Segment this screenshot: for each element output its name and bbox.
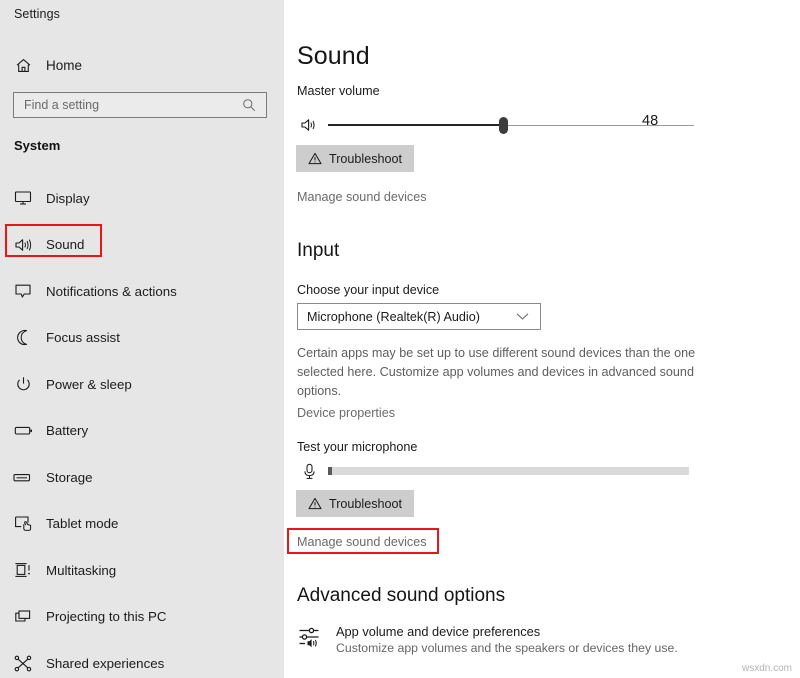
sidebar-item-label: Sound (46, 237, 84, 252)
sidebar-item-projecting[interactable]: Projecting to this PC (0, 601, 284, 633)
app-volume-title: App volume and device preferences (336, 624, 678, 639)
sidebar-item-label: Battery (46, 423, 88, 438)
master-volume-value: 48 (642, 113, 658, 129)
volume-thumb[interactable] (499, 117, 508, 134)
manage-sound-devices-link-output[interactable]: Manage sound devices (297, 190, 427, 204)
sidebar-item-label: Power & sleep (46, 377, 132, 392)
settings-window: Settings Home Find a setting System (0, 0, 800, 678)
input-device-select[interactable]: Microphone (Realtek(R) Audio) (297, 303, 541, 330)
test-microphone-label: Test your microphone (297, 440, 417, 454)
microphone-level-meter (294, 459, 689, 483)
sidebar-item-focus-assist[interactable]: Focus assist (0, 322, 284, 354)
sidebar-item-label: Home (46, 58, 82, 73)
sidebar-item-label: Storage (46, 470, 93, 485)
storage-icon (0, 471, 46, 484)
app-volume-preferences-item[interactable]: App volume and device preferences Custom… (297, 624, 678, 655)
microphone-level-fill (328, 467, 332, 475)
device-properties-link[interactable]: Device properties (297, 406, 395, 420)
moon-icon (0, 329, 46, 346)
sidebar-item-notifications[interactable]: Notifications & actions (0, 275, 284, 307)
share-icon (0, 655, 46, 672)
app-volume-text-block: App volume and device preferences Custom… (336, 624, 678, 655)
input-device-value: Microphone (Realtek(R) Audio) (298, 310, 516, 324)
sidebar: Settings Home Find a setting System (0, 0, 284, 678)
speaker-icon (0, 237, 46, 253)
output-troubleshoot-label: Troubleshoot (329, 152, 402, 166)
sidebar-item-multitasking[interactable]: Multitasking (0, 554, 284, 586)
volume-fill (328, 124, 504, 126)
notification-icon (0, 283, 46, 299)
input-troubleshoot-button[interactable]: Troubleshoot (296, 490, 414, 517)
volume-track[interactable] (328, 116, 694, 134)
app-volume-subtitle: Customize app volumes and the speakers o… (336, 641, 678, 655)
output-troubleshoot-button[interactable]: Troubleshoot (296, 145, 414, 172)
warning-icon (308, 152, 322, 165)
input-troubleshoot-label: Troubleshoot (329, 497, 402, 511)
sidebar-group-header: System (14, 138, 60, 153)
sidebar-item-tablet-mode[interactable]: Tablet mode (0, 508, 284, 540)
sidebar-item-label: Display (46, 191, 90, 206)
sidebar-item-shared-experiences[interactable]: Shared experiences (0, 647, 284, 678)
master-volume-label: Master volume (297, 84, 380, 98)
search-placeholder: Find a setting (14, 98, 242, 112)
power-icon (0, 376, 46, 393)
sidebar-item-battery[interactable]: Battery (0, 415, 284, 447)
sidebar-item-home[interactable]: Home (0, 50, 284, 80)
search-icon (242, 98, 266, 112)
master-volume-slider[interactable] (294, 110, 694, 140)
sidebar-item-label: Projecting to this PC (46, 609, 166, 624)
sidebar-item-sound[interactable]: Sound (0, 229, 284, 261)
multitasking-icon (0, 562, 46, 578)
sidebar-item-label: Notifications & actions (46, 284, 177, 299)
speaker-icon (294, 117, 324, 133)
projecting-icon (0, 609, 46, 625)
input-section-heading: Input (297, 240, 339, 262)
manage-sound-devices-link-input[interactable]: Manage sound devices (297, 535, 427, 549)
sidebar-nav-list: Display Sound (0, 182, 284, 678)
advanced-section-heading: Advanced sound options (297, 585, 505, 607)
sidebar-item-power-sleep[interactable]: Power & sleep (0, 368, 284, 400)
search-input[interactable]: Find a setting (13, 92, 267, 118)
microphone-icon (294, 463, 324, 480)
main-content: Sound Master volume 48 (284, 0, 800, 678)
chevron-down-icon (516, 312, 540, 321)
sidebar-item-display[interactable]: Display (0, 182, 284, 214)
page-title: Sound (297, 42, 370, 71)
app-title: Settings (14, 7, 60, 21)
volume-remainder (504, 125, 694, 127)
sidebar-item-label: Focus assist (46, 330, 120, 345)
battery-icon (0, 424, 46, 437)
tablet-icon (0, 515, 46, 532)
sidebar-item-storage[interactable]: Storage (0, 461, 284, 493)
microphone-level-track (328, 467, 689, 475)
sidebar-item-label: Shared experiences (46, 656, 164, 671)
home-icon (0, 57, 46, 74)
sidebar-item-label: Multitasking (46, 563, 116, 578)
mixer-icon (297, 624, 323, 648)
sidebar-item-label: Tablet mode (46, 516, 118, 531)
input-description: Certain apps may be set up to use differ… (297, 344, 709, 401)
watermark: wsxdn.com (742, 663, 792, 674)
choose-input-device-label: Choose your input device (297, 283, 439, 297)
monitor-icon (0, 190, 46, 206)
warning-icon (308, 497, 322, 510)
